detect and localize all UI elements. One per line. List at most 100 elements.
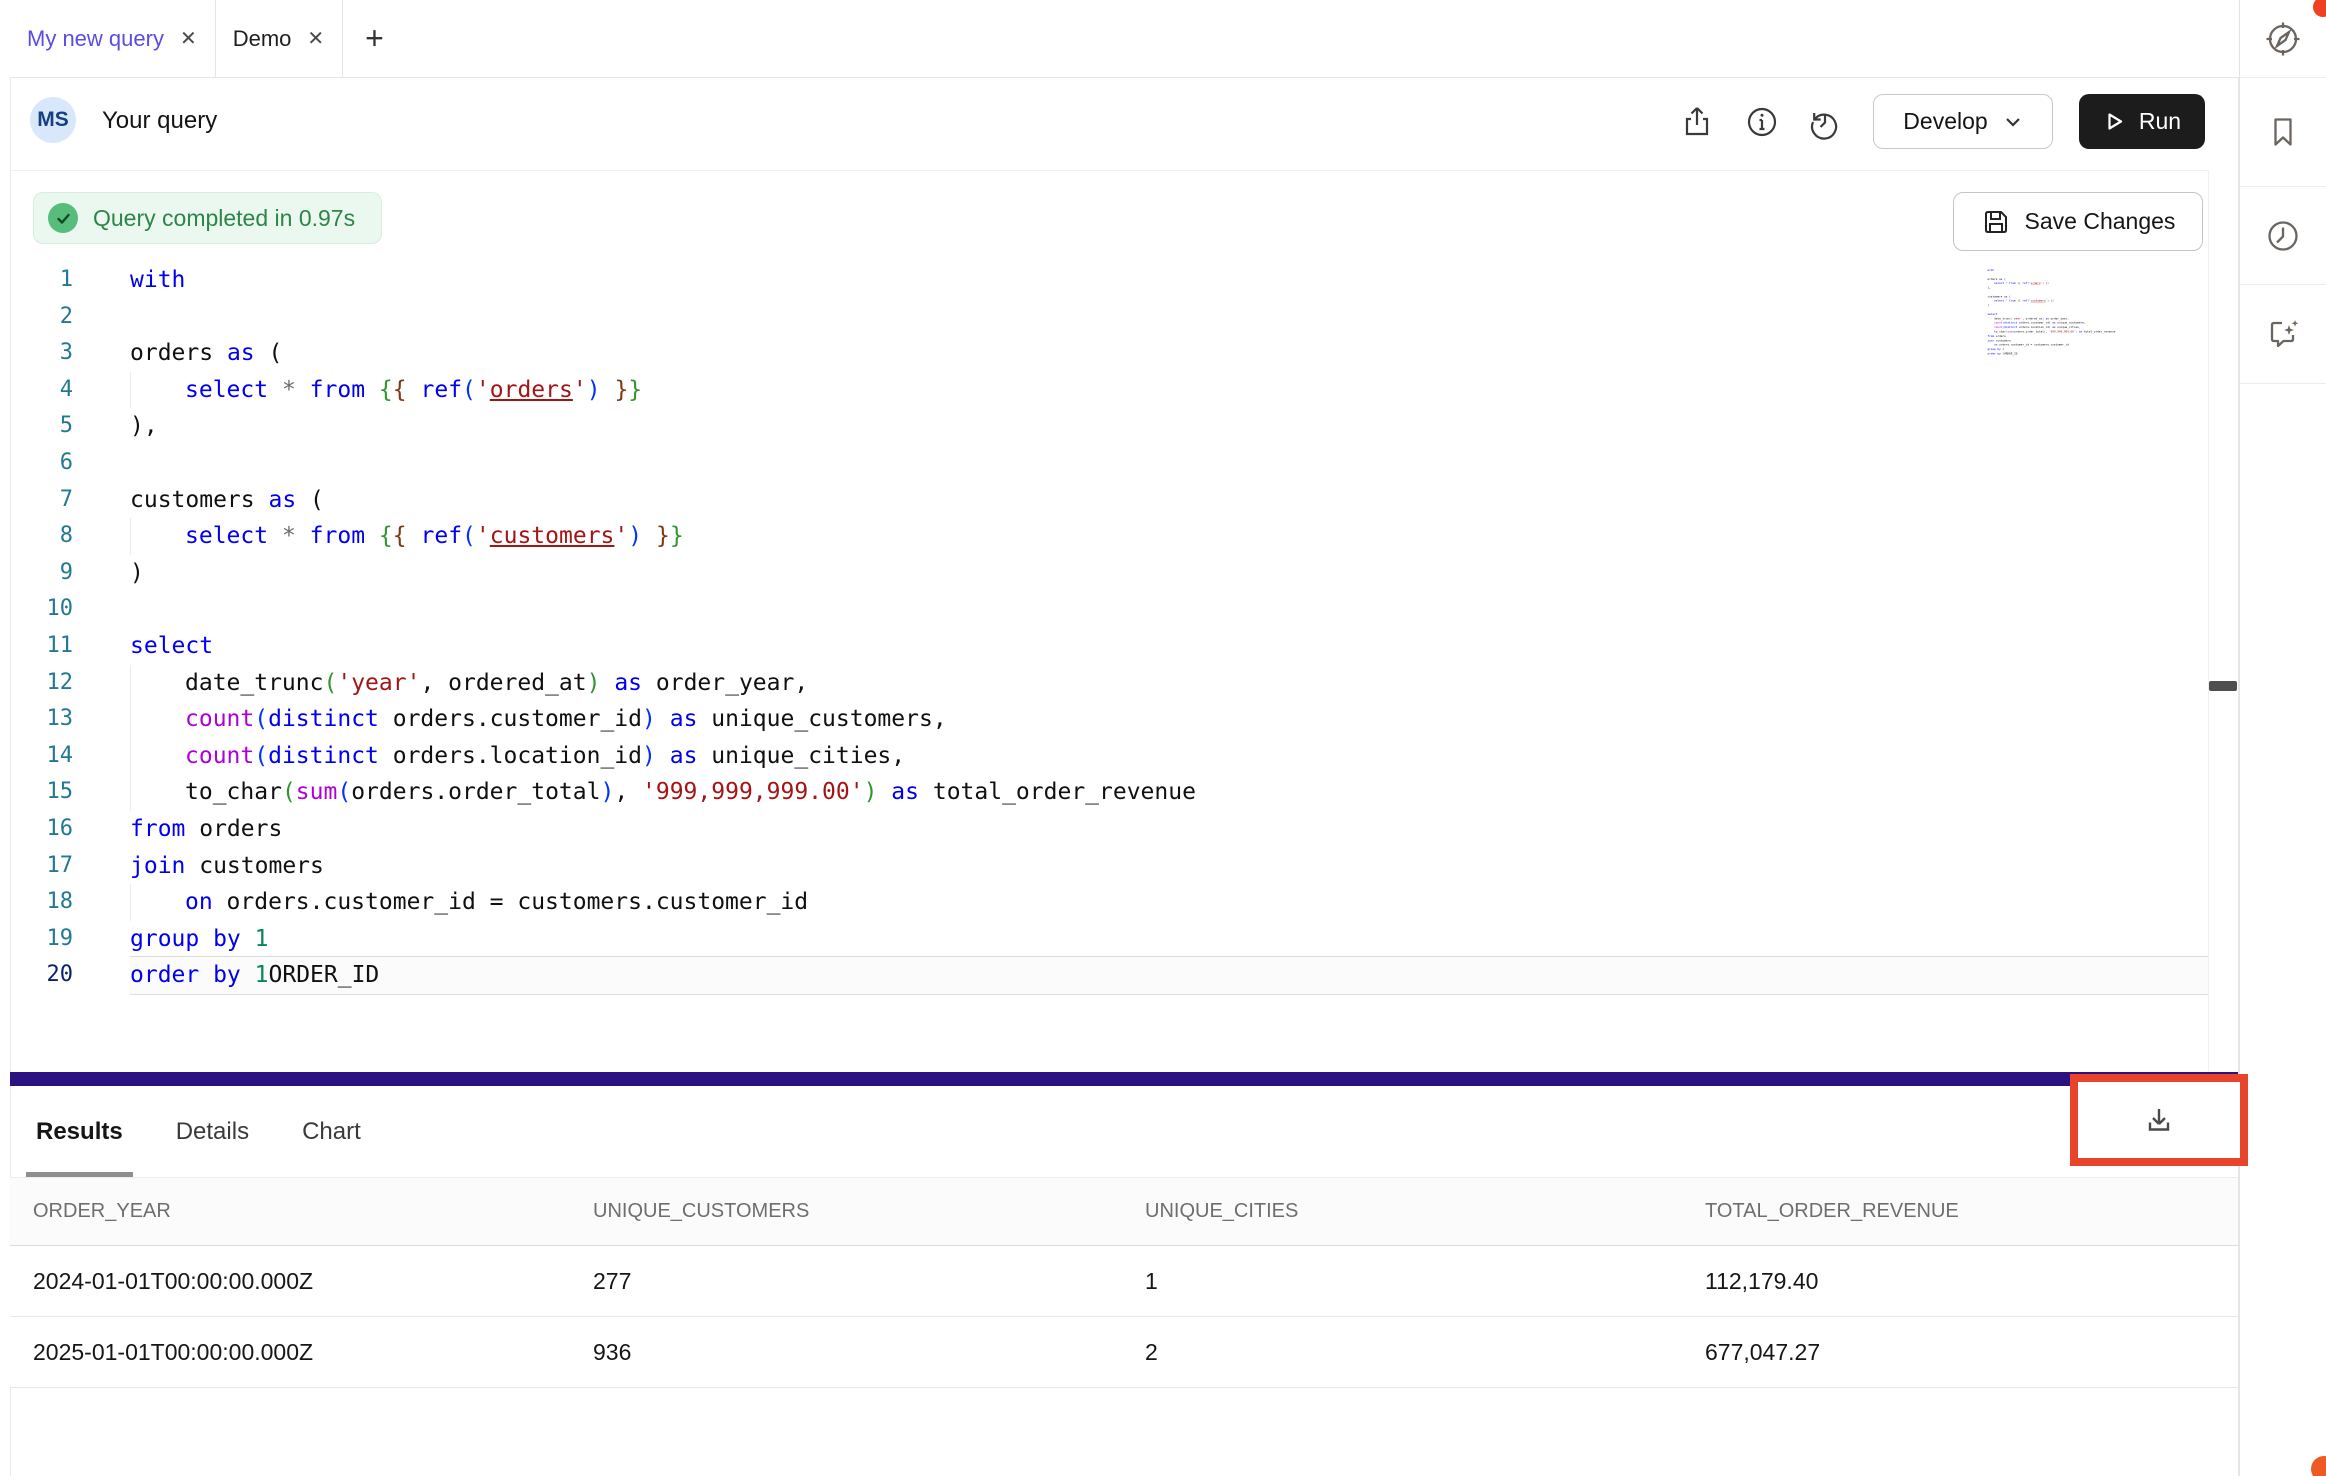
bookmark-icon: [2264, 113, 2302, 151]
code-line: 1with: [10, 262, 2208, 299]
table-header-cell: ORDER_YEAR: [33, 1200, 593, 1223]
table-cell: 277: [593, 1268, 1145, 1295]
share-button[interactable]: [1676, 101, 1718, 143]
line-number: 19: [10, 921, 73, 958]
check-circle-icon: [48, 203, 78, 233]
play-icon: [2103, 110, 2126, 133]
tab-bar: My new query ✕ Demo ✕ +: [10, 0, 2238, 78]
code-line: 2: [10, 299, 2208, 336]
code-lines: 1with23orders as (4select * from {{ ref(…: [10, 262, 2208, 994]
code-line: 3orders as (: [10, 335, 2208, 372]
line-number: 11: [10, 628, 73, 665]
tab-my-new-query[interactable]: My new query ✕: [10, 0, 216, 77]
info-icon: [1743, 103, 1781, 141]
code-line: 20order by 1ORDER_ID: [10, 957, 2208, 994]
compass-icon: [2263, 19, 2303, 59]
results-tab-results[interactable]: Results: [26, 1086, 133, 1178]
minimap[interactable]: withorders as (select * from {{ ref('ord…: [1987, 268, 2137, 362]
ai-chat-button[interactable]: [2240, 285, 2326, 384]
code-line: 14count(distinct orders.location_id) as …: [10, 738, 2208, 775]
table-cell: 1: [1145, 1268, 1705, 1295]
table-header-row: ORDER_YEARUNIQUE_CUSTOMERSUNIQUE_CITIEST…: [10, 1178, 2238, 1246]
table-cell: 112,179.40: [1705, 1268, 2238, 1295]
history-icon: [1806, 103, 1844, 141]
tab-label: Demo: [233, 26, 292, 52]
line-number: 5: [10, 408, 73, 445]
develop-dropdown[interactable]: Develop: [1873, 94, 2053, 149]
run-label: Run: [2139, 108, 2181, 135]
minimap-content: withorders as (select * from {{ ref('ord…: [1987, 268, 2137, 356]
line-number: 9: [10, 555, 73, 592]
code-line: 12date_trunc('year', ordered_at) as orde…: [10, 665, 2208, 702]
table-cell: 2025-01-01T00:00:00.000Z: [33, 1339, 593, 1366]
download-highlight-box: [2070, 1074, 2248, 1166]
table-header-cell: UNIQUE_CITIES: [1145, 1200, 1705, 1223]
results-tab-chart[interactable]: Chart: [292, 1086, 371, 1178]
splitter-drag-handle[interactable]: [2209, 681, 2237, 691]
code-line: 15to_char(sum(orders.order_total), '999,…: [10, 774, 2208, 811]
code-line: 13count(distinct orders.customer_id) as …: [10, 701, 2208, 738]
header-divider: [10, 170, 2208, 171]
save-icon: [1981, 207, 2011, 237]
line-number: 17: [10, 848, 73, 885]
code-line: 9): [10, 555, 2208, 592]
new-tab-button[interactable]: +: [343, 0, 406, 77]
line-number: 7: [10, 482, 73, 519]
line-number: 8: [10, 518, 73, 555]
chevron-down-icon: [2003, 112, 2023, 132]
save-changes-label: Save Changes: [2025, 208, 2176, 235]
tab-demo[interactable]: Demo ✕: [216, 0, 343, 77]
table-header-cell: TOTAL_ORDER_REVENUE: [1705, 1200, 2238, 1223]
table-row: 2024-01-01T00:00:00.000Z2771112,179.40: [10, 1246, 2238, 1317]
line-number: 6: [10, 445, 73, 482]
results-resize-bar[interactable]: [10, 1072, 2238, 1086]
line-number: 1: [10, 262, 73, 299]
code-line: 8select * from {{ ref('customers') }}: [10, 518, 2208, 555]
line-number: 10: [10, 591, 73, 628]
app-window: My new query✕Demo✕ + MS Your query Devel…: [0, 0, 2326, 1476]
line-number: 4: [10, 372, 73, 409]
history-panel-button[interactable]: [2240, 187, 2326, 285]
table-body: 2024-01-01T00:00:00.000Z2771112,179.4020…: [10, 1246, 2238, 1388]
explore-button[interactable]: [2240, 0, 2326, 78]
table-cell: 936: [593, 1339, 1145, 1366]
code-line: 18on orders.customer_id = customers.cust…: [10, 884, 2208, 921]
table-row: 2025-01-01T00:00:00.000Z9362677,047.27: [10, 1317, 2238, 1388]
history-button[interactable]: [1804, 101, 1846, 143]
table-cell: 2: [1145, 1339, 1705, 1366]
line-number: 18: [10, 884, 73, 921]
code-line: 5),: [10, 408, 2208, 445]
line-number: 15: [10, 774, 73, 811]
code-line: 7customers as (: [10, 482, 2208, 519]
info-button[interactable]: [1741, 101, 1783, 143]
develop-label: Develop: [1903, 108, 1987, 135]
results-tab-details[interactable]: Details: [166, 1086, 259, 1178]
save-changes-button[interactable]: Save Changes: [1953, 192, 2203, 251]
line-number: 14: [10, 738, 73, 775]
line-number: 2: [10, 299, 73, 336]
table-cell: 2024-01-01T00:00:00.000Z: [33, 1268, 593, 1295]
clock-icon: [2263, 216, 2303, 256]
page-title: Your query: [102, 107, 217, 135]
bookmarks-button[interactable]: [2240, 78, 2326, 187]
code-line: 19group by 1: [10, 921, 2208, 958]
tab-label: My new query: [27, 26, 164, 52]
results-tab-list: Results Details Chart: [26, 1086, 371, 1178]
code-line: 17join customers: [10, 848, 2208, 885]
query-status-badge: Query completed in 0.97s: [33, 192, 382, 244]
line-number: 13: [10, 701, 73, 738]
line-number: 3: [10, 335, 73, 372]
editor-right-border: [2208, 170, 2209, 1072]
close-icon[interactable]: ✕: [180, 26, 197, 51]
table-header-cell: UNIQUE_CUSTOMERS: [593, 1200, 1145, 1223]
run-button[interactable]: Run: [2079, 94, 2205, 149]
code-line: 11select: [10, 628, 2208, 665]
tab-list: My new query ✕ Demo ✕: [10, 0, 343, 77]
results-table: ORDER_YEARUNIQUE_CUSTOMERSUNIQUE_CITIEST…: [10, 1178, 2238, 1388]
download-button[interactable]: [2140, 1101, 2178, 1139]
right-sidebar: [2239, 0, 2326, 1476]
code-editor[interactable]: 1with23orders as (4select * from {{ ref(…: [10, 262, 2208, 994]
close-icon[interactable]: ✕: [307, 26, 324, 51]
code-line: 4select * from {{ ref('orders') }}: [10, 372, 2208, 409]
share-icon: [1679, 104, 1715, 140]
